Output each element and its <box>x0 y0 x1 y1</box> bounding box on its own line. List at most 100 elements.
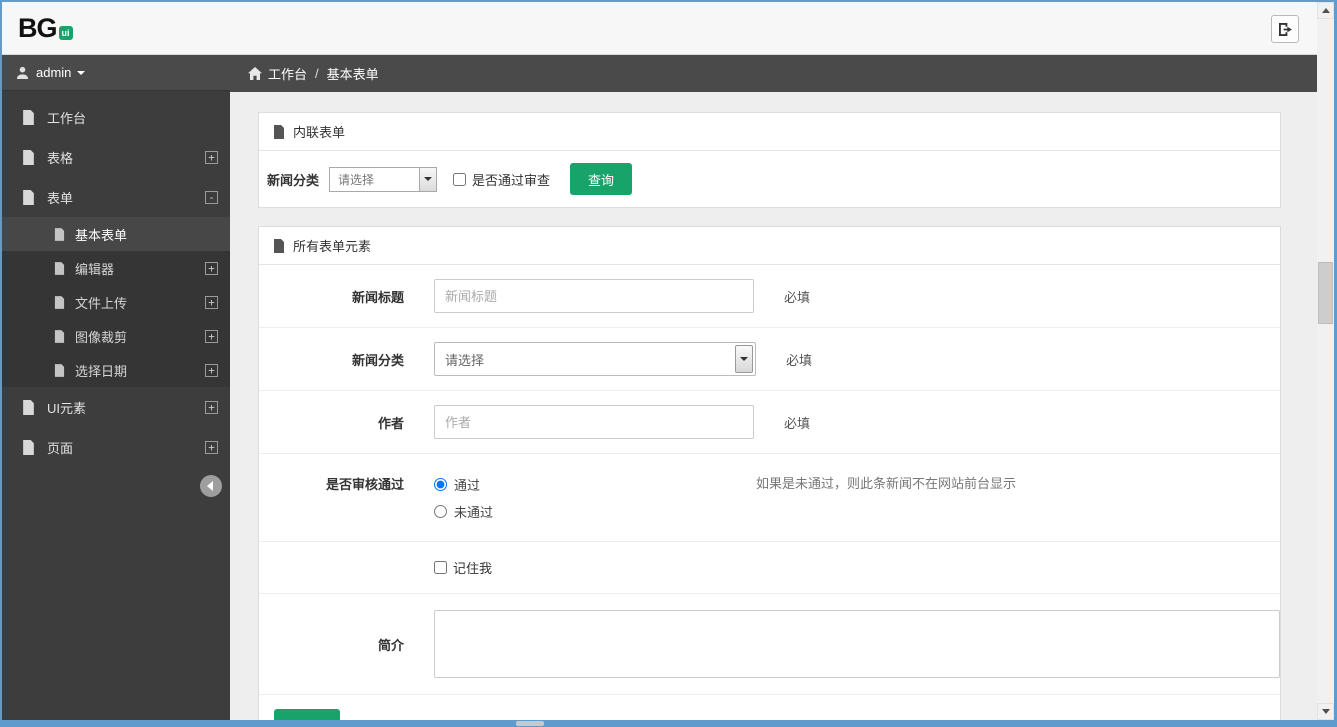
vertical-scrollbar-thumb[interactable] <box>1318 262 1333 324</box>
scroll-down-button[interactable] <box>1317 703 1334 720</box>
logout-icon <box>1278 22 1293 36</box>
approval-help-text: 如果是未通过，则此条新闻不在网站前台显示 <box>756 476 1017 491</box>
intro-label: 简介 <box>377 637 404 653</box>
form-actions-row: 提交 <box>259 695 1280 720</box>
file-icon <box>22 439 35 455</box>
sidebar-item-basic-form[interactable]: 基本表单 <box>2 217 230 251</box>
sidebar-item-date-picker[interactable]: 选择日期 + <box>2 353 230 387</box>
breadcrumb-current: 基本表单 <box>326 67 379 82</box>
category-select[interactable]: 请选择 <box>329 166 438 192</box>
file-icon <box>22 109 35 125</box>
sidebar-item-pages[interactable]: 页面 + <box>2 427 230 467</box>
breadcrumb-home-link[interactable]: 工作台 <box>248 64 307 83</box>
home-icon <box>248 67 262 80</box>
approval-pass-radio[interactable] <box>434 477 447 491</box>
remember-checkbox[interactable] <box>434 561 447 574</box>
file-icon <box>22 399 35 415</box>
sidebar-item-label: 表单 <box>47 190 74 206</box>
file-icon <box>22 189 35 205</box>
sidebar-item-label: 页面 <box>47 440 74 456</box>
intro-textarea[interactable] <box>434 610 1280 678</box>
plus-box-icon[interactable]: + <box>205 295 218 309</box>
app-logo: BG ui <box>2 13 73 43</box>
author-input[interactable] <box>434 405 754 439</box>
sidebar-item-label: 基本表单 <box>75 227 128 243</box>
sidebar-nav: 工作台 表格 + 表单 - 基本表单 编辑器 + 文件上传 + 图像裁剪 + 选… <box>2 91 230 497</box>
review-checkbox-label: 是否通过审查 <box>472 172 551 188</box>
search-button[interactable]: 查询 <box>570 163 633 195</box>
sidebar-item-editor[interactable]: 编辑器 + <box>2 251 230 285</box>
required-hint: 必填 <box>786 352 813 368</box>
file-icon <box>54 295 65 309</box>
breadcrumb-home-label: 工作台 <box>268 67 308 82</box>
logo-text: BG <box>18 13 57 43</box>
news-title-label: 新闻标题 <box>351 289 404 305</box>
sidebar-item-ui-elements[interactable]: UI元素 + <box>2 387 230 427</box>
vertical-scrollbar[interactable] <box>1317 2 1334 720</box>
news-title-row: 新闻标题 必填 <box>259 265 1280 328</box>
news-category-label: 新闻分类 <box>351 352 404 368</box>
review-checkbox[interactable] <box>453 172 467 186</box>
main-content: 内联表单 新闻分类 请选择 是否通过审查 查询 所有表单元素 新闻标题 新闻标题… <box>230 92 1317 720</box>
plus-box-icon[interactable]: + <box>205 363 218 377</box>
window-frame: BG ui admin 工作台 表格 + 表单 - 基本表单 编辑器 + 文件上… <box>0 0 1337 727</box>
news-category-select[interactable]: 请选择 <box>434 342 756 376</box>
sidebar-item-forms[interactable]: 表单 - <box>2 177 230 217</box>
sidebar-item-label: 编辑器 <box>75 261 115 277</box>
sidebar-item-tables[interactable]: 表格 + <box>2 137 230 177</box>
sidebar-item-label: UI元素 <box>47 400 87 416</box>
breadcrumb: 工作台 / 基本表单 <box>230 55 1317 92</box>
minus-box-icon[interactable]: - <box>205 190 218 204</box>
file-icon <box>273 124 285 139</box>
file-icon <box>273 238 285 253</box>
sidebar-item-label: 文件上传 <box>75 295 128 311</box>
sidebar-item-workbench[interactable]: 工作台 <box>2 97 230 137</box>
intro-row: 简介 <box>259 594 1280 695</box>
file-icon <box>22 149 35 165</box>
approval-fail-label: 未通过 <box>454 504 494 520</box>
panel-title-text: 内联表单 <box>293 125 346 140</box>
approval-fail-radio[interactable] <box>434 504 447 518</box>
approval-radio-group: 通过 未通过 <box>434 474 756 521</box>
triangle-down-icon <box>1321 709 1330 714</box>
remember-checkbox-label: 记住我 <box>453 561 493 576</box>
select-value: 请选择 <box>338 172 375 187</box>
sidebar-item-label: 图像裁剪 <box>75 329 128 345</box>
news-category-row: 新闻分类 请选择 必填 <box>259 328 1280 391</box>
inline-form-panel-title: 内联表单 <box>259 113 1280 151</box>
logout-button[interactable] <box>1271 15 1299 43</box>
chevron-left-icon <box>207 481 213 491</box>
news-title-input[interactable] <box>434 279 754 313</box>
plus-box-icon[interactable]: + <box>205 150 218 164</box>
author-row: 作者 必填 <box>259 391 1280 454</box>
inline-form-panel: 内联表单 新闻分类 请选择 是否通过审查 查询 <box>258 112 1281 208</box>
plus-box-icon[interactable]: + <box>205 440 218 454</box>
person-icon <box>16 66 29 79</box>
plus-box-icon[interactable]: + <box>205 400 218 414</box>
main-column: 工作台 / 基本表单 内联表单 新闻分类 请选择 是否通过审查 查询 所有表单元… <box>230 55 1317 720</box>
plus-box-icon[interactable]: + <box>205 261 218 275</box>
approval-label: 是否审核通过 <box>325 477 404 492</box>
sidebar-item-label: 工作台 <box>47 110 87 126</box>
inline-form-body: 新闻分类 请选择 是否通过审查 查询 <box>259 151 1280 207</box>
app-page: BG ui admin 工作台 表格 + 表单 - 基本表单 编辑器 + 文件上… <box>2 2 1317 720</box>
file-icon <box>54 329 65 343</box>
horizontal-scrollbar-thumb[interactable] <box>516 721 544 726</box>
caret-down-icon <box>419 167 437 191</box>
sidebar-item-image-crop[interactable]: 图像裁剪 + <box>2 319 230 353</box>
author-label: 作者 <box>377 415 404 431</box>
submit-button[interactable]: 提交 <box>274 709 341 720</box>
required-hint: 必填 <box>784 415 811 431</box>
approval-option-pass: 通过 <box>434 474 756 494</box>
all-form-elements-panel-title: 所有表单元素 <box>259 227 1280 265</box>
required-hint: 必填 <box>784 289 811 305</box>
sidebar-collapse-button[interactable] <box>200 475 222 497</box>
user-menu[interactable]: admin <box>2 55 230 91</box>
sidebar: admin 工作台 表格 + 表单 - 基本表单 编辑器 + 文件上传 + 图像… <box>2 55 230 720</box>
scroll-up-button[interactable] <box>1317 2 1334 19</box>
file-icon <box>54 261 65 275</box>
plus-box-icon[interactable]: + <box>205 329 218 343</box>
caret-down-icon <box>735 345 753 373</box>
sidebar-item-file-upload[interactable]: 文件上传 + <box>2 285 230 319</box>
panel-title-text: 所有表单元素 <box>293 239 372 254</box>
